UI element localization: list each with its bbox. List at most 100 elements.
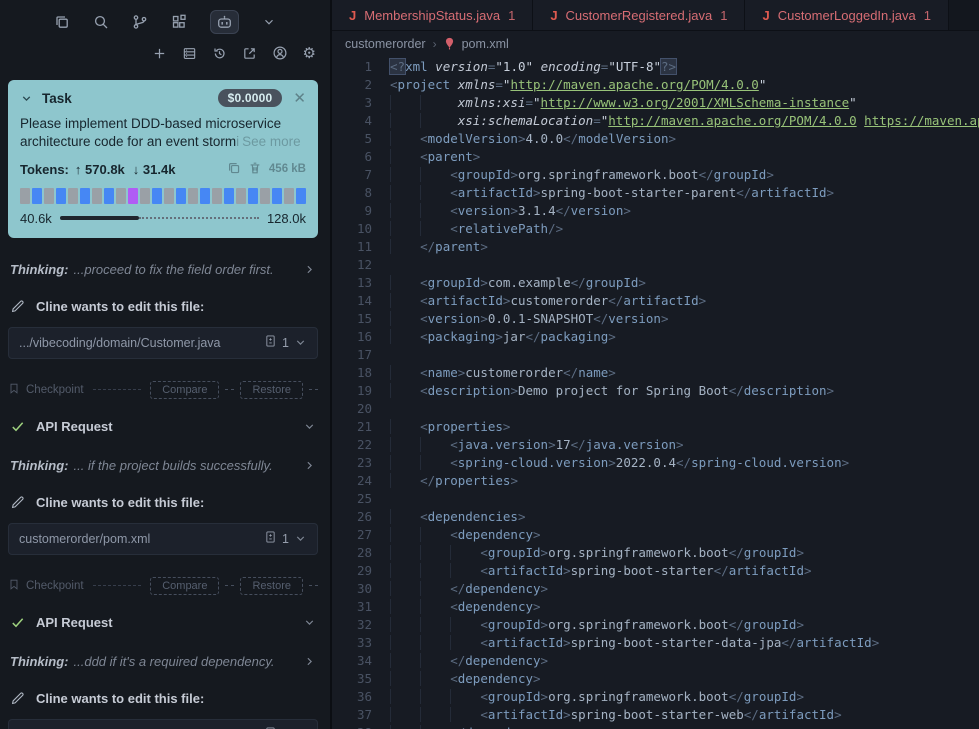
code-line[interactable]: 13 <groupId>com.example</groupId> — [332, 274, 979, 292]
code-line[interactable]: 4 xsi:schemaLocation="http://maven.apach… — [332, 112, 979, 130]
mcp-server-icon[interactable] — [182, 46, 197, 61]
copy-icon[interactable] — [54, 14, 70, 30]
code-line[interactable]: 19 <description>Demo project for Spring … — [332, 382, 979, 400]
code-line[interactable]: 11 </parent> — [332, 238, 979, 256]
code-line[interactable]: 10 <relativePath/> — [332, 220, 979, 238]
code-line[interactable]: 9 <version>3.1.4</version> — [332, 202, 979, 220]
breadcrumb-file[interactable]: pom.xml — [462, 37, 509, 51]
new-task-plus-icon[interactable] — [152, 46, 167, 61]
code-line[interactable]: 26 <dependencies> — [332, 508, 979, 526]
compare-button[interactable]: Compare — [150, 380, 220, 399]
java-file-icon: J — [762, 7, 770, 23]
code-line[interactable]: 14 <artifactId>customerorder</artifactId… — [332, 292, 979, 310]
arrow-up-icon: ↑ — [74, 161, 82, 177]
code-line[interactable]: 3 xmlns:xsi="http://www.w3.org/2001/XMLS… — [332, 94, 979, 112]
code-line[interactable]: 34 </dependency> — [332, 652, 979, 670]
code-line[interactable]: 20 — [332, 400, 979, 418]
copy-task-icon[interactable] — [227, 161, 241, 178]
thinking-row[interactable]: Thinking: ...proceed to fix the field ord… — [10, 262, 316, 277]
account-icon[interactable] — [272, 45, 288, 61]
code-line[interactable]: 28 <groupId>org.springframework.boot</gr… — [332, 544, 979, 562]
chevron-down-icon[interactable] — [262, 15, 276, 29]
edit-file-header: Cline wants to edit this file: — [10, 299, 316, 314]
thinking-text: ... if the project builds successfully. — [73, 457, 273, 473]
code-line[interactable]: 15 <version>0.0.1-SNAPSHOT</version> — [332, 310, 979, 328]
code-line[interactable]: 23 <spring-cloud.version>2022.0.4</sprin… — [332, 454, 979, 472]
line-number: 35 — [356, 671, 372, 686]
code-line[interactable]: 36 <groupId>org.springframework.boot</gr… — [332, 688, 979, 706]
code-line[interactable]: 37 <artifactId>spring-boot-starter-web</… — [332, 706, 979, 724]
code-line[interactable]: 7 <groupId>org.springframework.boot</gro… — [332, 166, 979, 184]
task-close-icon[interactable]: ✕ — [293, 89, 306, 107]
api-request-row[interactable]: API Request — [10, 615, 316, 630]
breadcrumb[interactable]: customerorder › pom.xml — [332, 31, 979, 56]
extensions-icon[interactable] — [171, 14, 187, 30]
edit-section: Cline wants to edit this file: customeror… — [0, 495, 330, 555]
thinking-row[interactable]: Thinking:... if the project builds succe… — [10, 458, 316, 473]
code-line[interactable]: 25 — [332, 490, 979, 508]
cline-robot-icon[interactable] — [210, 10, 239, 34]
code-line[interactable]: 32 <groupId>org.springframework.boot</gr… — [332, 616, 979, 634]
file-card[interactable]: .../vibecoding/domain/Customer.java1 — [8, 326, 318, 359]
code-line[interactable]: 27 <dependency> — [332, 526, 979, 544]
java-file-icon: J — [349, 7, 357, 23]
search-icon[interactable] — [93, 14, 109, 30]
code-line[interactable]: 21 <properties> — [332, 418, 979, 436]
task-description[interactable]: Please implement DDD-based microservice … — [20, 115, 306, 151]
code-line[interactable]: 29 <artifactId>spring-boot-starter</arti… — [332, 562, 979, 580]
code-line[interactable]: 2 <project xmlns="http://maven.apache.org… — [332, 76, 979, 94]
settings-gear-icon[interactable]: ⚙ — [303, 46, 316, 61]
editor-tab[interactable]: J CustomerLoggedIn.java 1 — [745, 0, 949, 30]
code-line[interactable]: 16 <packaging>jar</packaging> — [332, 328, 979, 346]
code-line[interactable]: 38 </dependency> — [332, 724, 979, 729]
breadcrumb-folder[interactable]: customerorder — [345, 37, 426, 51]
code-line[interactable]: 18 <name>customerorder</name> — [332, 364, 979, 382]
file-path[interactable]: customerorder/pom.xml — [19, 532, 264, 546]
code-line[interactable]: 24 </properties> — [332, 472, 979, 490]
tab-title: CustomerRegistered.java — [565, 7, 713, 23]
chevron-down-icon[interactable] — [294, 532, 307, 545]
checkpoint-divider — [92, 389, 142, 391]
code-line[interactable]: 6 <parent> — [332, 148, 979, 166]
context-block-blue — [32, 187, 42, 204]
code-line[interactable]: 17 — [332, 346, 979, 364]
context-block-blue — [272, 187, 282, 204]
editor-tab[interactable]: J MembershipStatus.java 1 — [332, 0, 534, 30]
file-path[interactable]: .../vibecoding/domain/Customer.java — [19, 336, 264, 350]
see-more-link[interactable]: See more — [242, 134, 301, 149]
panel-toolbar: ⚙ — [0, 38, 330, 70]
restore-button[interactable]: Restore — [240, 576, 303, 595]
thinking-text: ...proceed to fix the field order first. — [73, 261, 274, 277]
delete-task-icon[interactable] — [248, 161, 262, 178]
context-progress: 40.6k 128.0k — [20, 211, 306, 226]
line-number: 36 — [356, 689, 372, 704]
restore-button[interactable]: Restore — [240, 380, 303, 399]
code-line[interactable]: 1 <?xml version="1.0" encoding="UTF-8"?> — [332, 58, 979, 76]
line-number: 2 — [364, 77, 372, 92]
code-line[interactable]: 5 <modelVersion>4.0.0</modelVersion> — [332, 130, 979, 148]
code-line[interactable]: 31 <dependency> — [332, 598, 979, 616]
thinking-row[interactable]: Thinking: ...ddd if it's a required depen… — [10, 654, 316, 669]
context-block-blue — [80, 187, 90, 204]
api-request-row[interactable]: API Request — [10, 419, 316, 434]
editor-tab[interactable]: J CustomerRegistered.java 1 — [533, 0, 746, 30]
source-control-icon[interactable] — [132, 14, 148, 30]
compare-button[interactable]: Compare — [150, 576, 220, 595]
code-line[interactable]: 8 <artifactId>spring-boot-starter-parent… — [332, 184, 979, 202]
line-number: 10 — [356, 221, 372, 236]
code-line[interactable]: 30 </dependency> — [332, 580, 979, 598]
code-area[interactable]: 1 <?xml version="1.0" encoding="UTF-8"?> 2… — [332, 56, 979, 729]
checkpoint-row: Checkpoint Compare Restore — [8, 576, 318, 595]
open-external-icon[interactable] — [242, 46, 257, 61]
file-card[interactable]: .../vibecoding/domain/Customer.java1 — [8, 718, 318, 729]
context-block-gray — [212, 187, 222, 204]
task-collapse-chevron-icon[interactable] — [20, 92, 33, 105]
progress-fill — [59, 216, 140, 221]
code-line[interactable]: 33 <artifactId>spring-boot-starter-data-… — [332, 634, 979, 652]
history-icon[interactable] — [212, 46, 227, 61]
code-line[interactable]: 35 <dependency> — [332, 670, 979, 688]
chevron-down-icon[interactable] — [294, 336, 307, 349]
file-card[interactable]: customerorder/pom.xml 1 — [8, 522, 318, 555]
code-line[interactable]: 12 — [332, 256, 979, 274]
code-line[interactable]: 22 <java.version>17</java.version> — [332, 436, 979, 454]
